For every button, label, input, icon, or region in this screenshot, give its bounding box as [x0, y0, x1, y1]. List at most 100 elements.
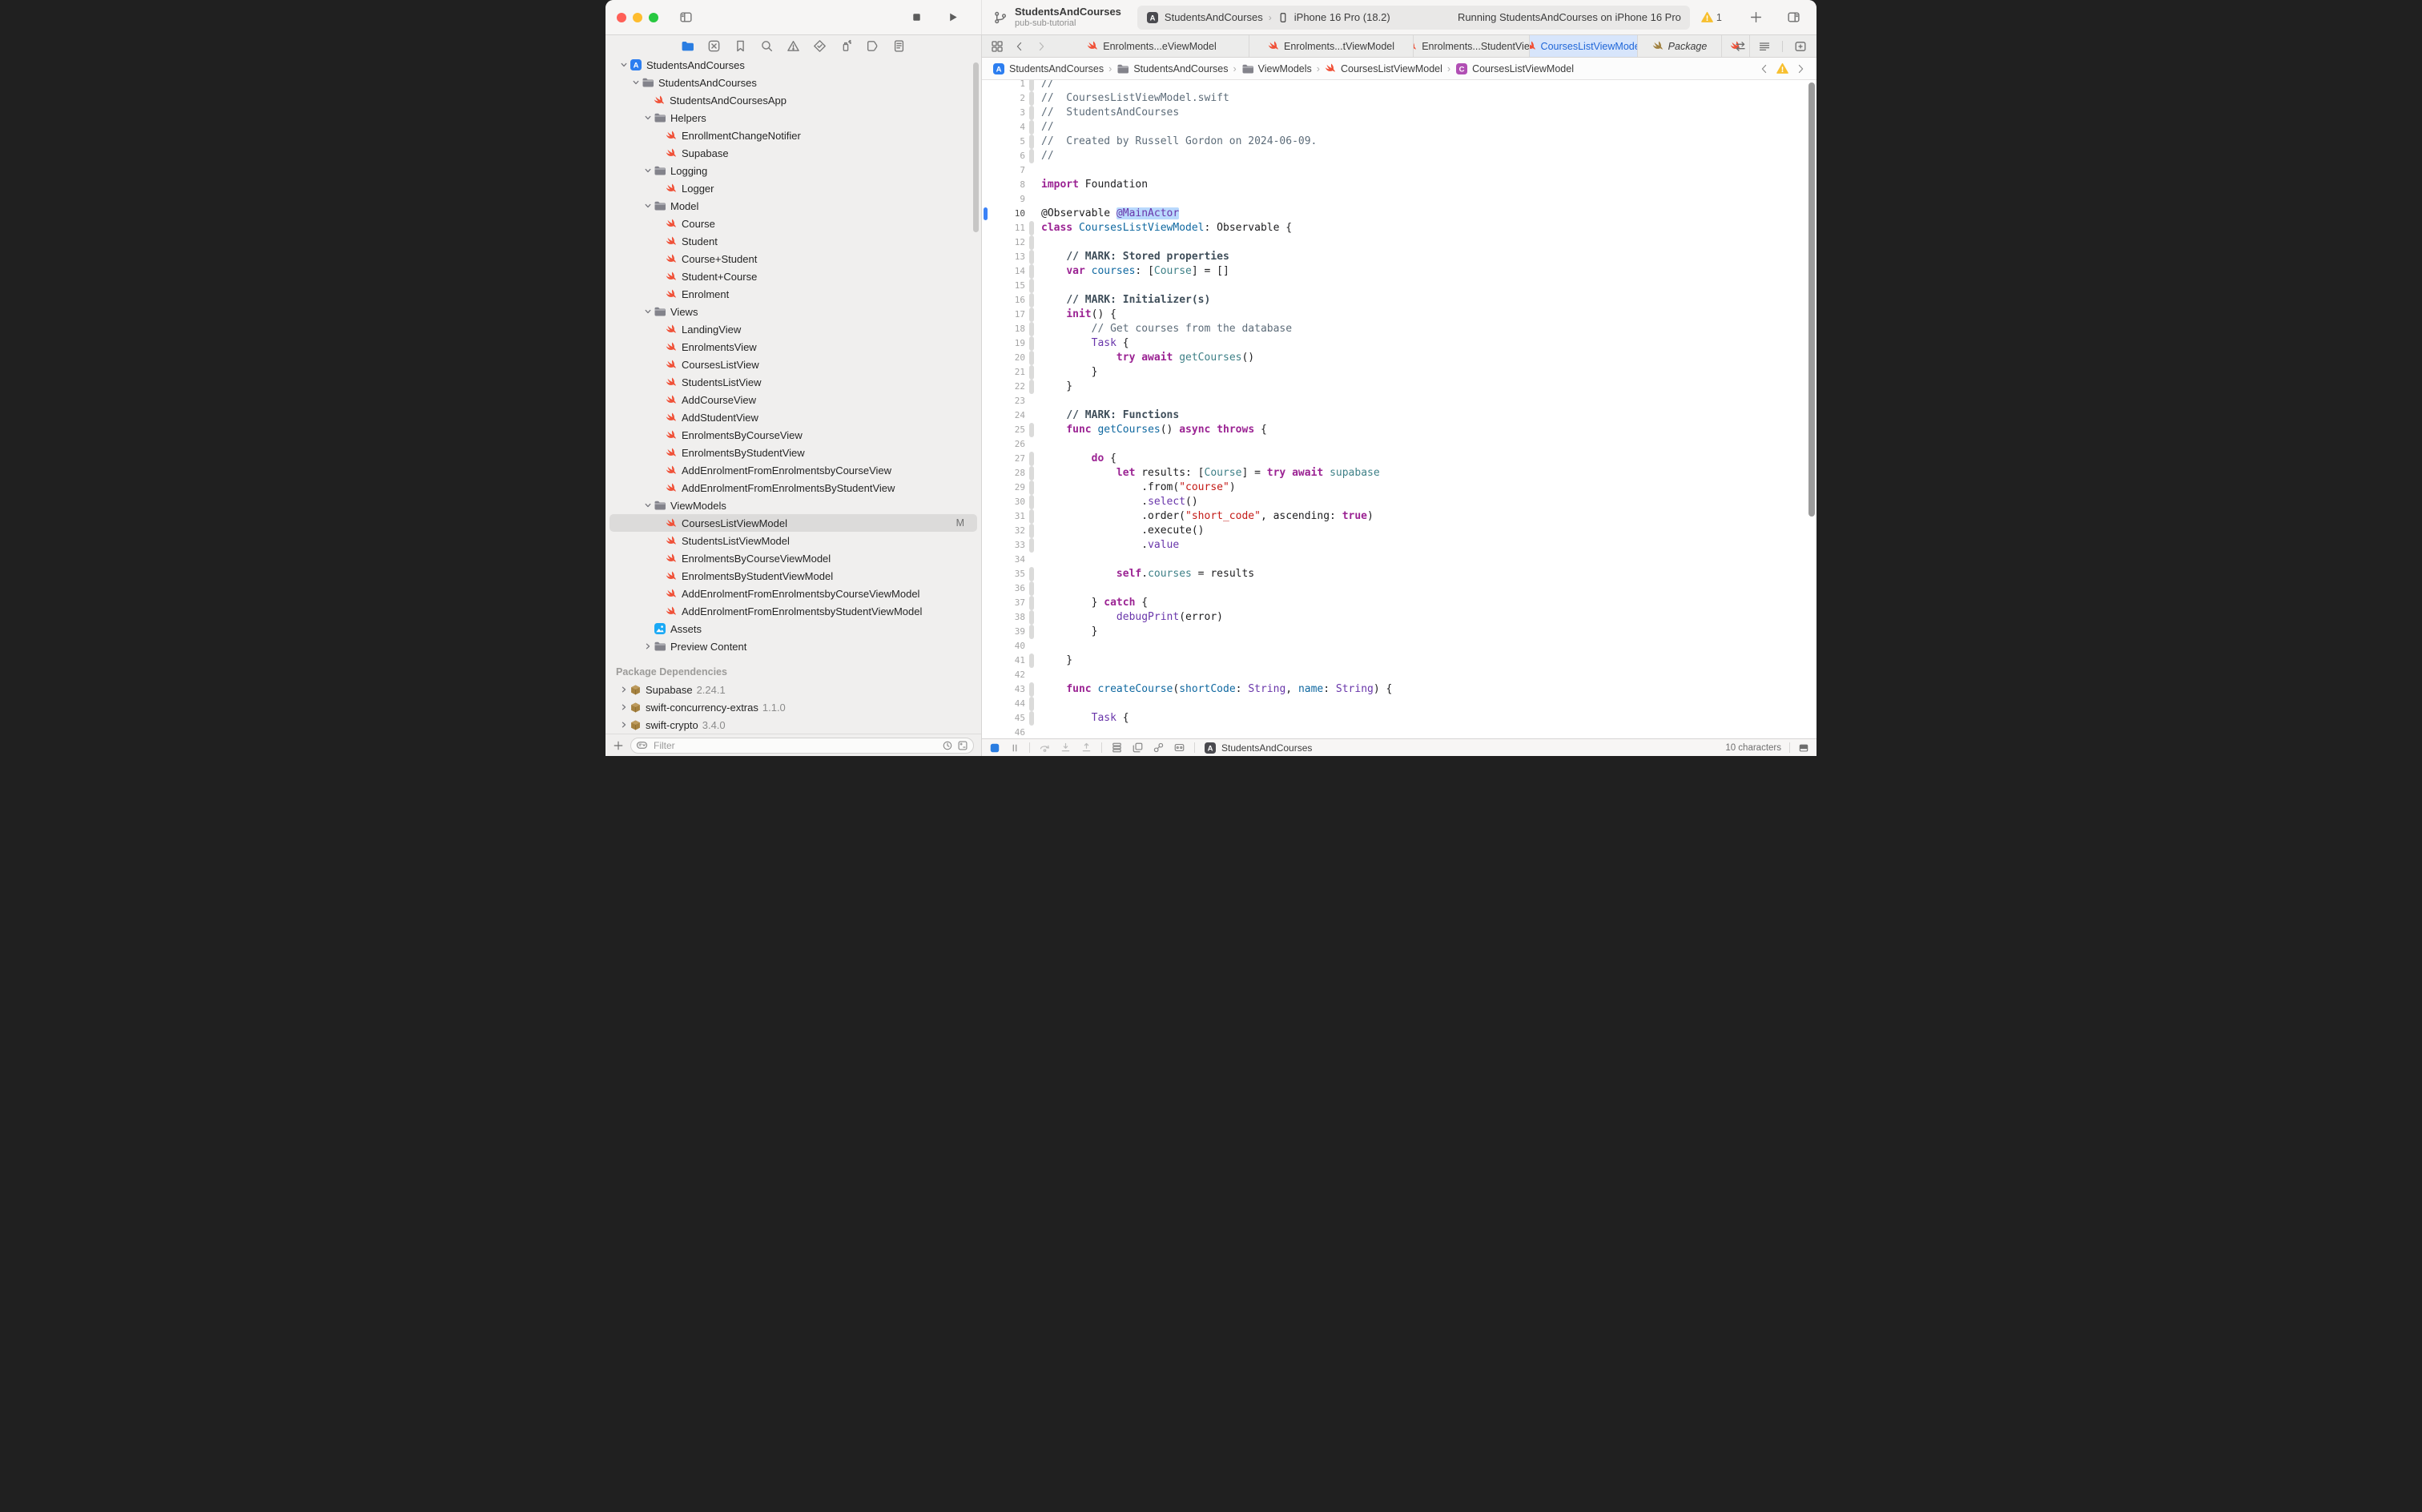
- editor-tab-enrolments-eviewmodel[interactable]: Enrolments...eViewModel: [1055, 35, 1249, 57]
- run-button[interactable]: [947, 11, 959, 23]
- sidebar-item-addstudentview[interactable]: AddStudentView: [606, 408, 981, 426]
- breakpoints-navigator-icon[interactable]: [866, 39, 879, 53]
- code-line-5[interactable]: 5// Created by Russell Gordon on 2024-06…: [982, 135, 1816, 149]
- code-line-18[interactable]: 18 // Get courses from the database: [982, 322, 1816, 336]
- code-line-28[interactable]: 28 let results: [Course] = try await sup…: [982, 466, 1816, 481]
- filter-input[interactable]: [652, 739, 938, 752]
- sidebar-item-addcourseview[interactable]: AddCourseView: [606, 391, 981, 408]
- changes-navigator-icon[interactable]: [707, 39, 721, 53]
- run-destination[interactable]: iPhone 16 Pro (18.2): [1294, 11, 1390, 23]
- sidebar-item-addenrolmentfromenrolmentsbycourseviewmodel[interactable]: AddEnrolmentFromEnrolmentsbyCourseViewMo…: [606, 585, 981, 602]
- disclosure-open-icon[interactable]: [642, 501, 654, 509]
- code-line-36[interactable]: 36: [982, 581, 1816, 596]
- editor-tab-enrolments-studentview[interactable]: Enrolments...StudentView: [1414, 35, 1530, 57]
- sidebar-item-studentsandcourses[interactable]: AStudentsAndCourses: [606, 56, 981, 74]
- disclosure-open-icon[interactable]: [642, 114, 654, 122]
- code-line-12[interactable]: 12: [982, 235, 1816, 250]
- code-line-45[interactable]: 45 Task {: [982, 711, 1816, 726]
- toggle-navigator-icon[interactable]: [679, 10, 693, 24]
- code-line-39[interactable]: 39 }: [982, 625, 1816, 639]
- disclosure-open-icon[interactable]: [642, 202, 654, 210]
- sidebar-item-course-student[interactable]: Course+Student: [606, 250, 981, 267]
- editor-scrollbar[interactable]: [1808, 82, 1815, 517]
- breakpoints-toggle[interactable]: [989, 742, 1000, 754]
- code-line-21[interactable]: 21 }: [982, 365, 1816, 380]
- running-process[interactable]: A StudentsAndCourses: [1204, 742, 1312, 754]
- sidebar-item-studentslistviewmodel[interactable]: StudentsListViewModel: [606, 532, 981, 549]
- code-line-42[interactable]: 42: [982, 668, 1816, 682]
- sidebar-item-courseslistview[interactable]: CoursesListView: [606, 356, 981, 373]
- memory-graph-icon[interactable]: [1153, 742, 1165, 754]
- code-line-8[interactable]: 8import Foundation: [982, 178, 1816, 192]
- minimize-window-button[interactable]: [633, 13, 642, 22]
- next-issue-icon[interactable]: [1795, 63, 1806, 74]
- sidebar-item-enrolment[interactable]: Enrolment: [606, 285, 981, 303]
- code-line-34[interactable]: 34: [982, 553, 1816, 567]
- disclosure-open-icon[interactable]: [642, 308, 654, 316]
- breadcrumb-0[interactable]: AStudentsAndCourses: [992, 62, 1104, 75]
- disclosure-open-icon[interactable]: [618, 61, 630, 69]
- code-line-20[interactable]: 20 try await getCourses(): [982, 351, 1816, 365]
- code-line-2[interactable]: 2// CoursesListViewModel.swift: [982, 91, 1816, 106]
- disclosure-closed-icon[interactable]: [618, 721, 630, 729]
- disclosure-closed-icon[interactable]: [618, 703, 630, 711]
- sidebar-item-logging[interactable]: Logging: [606, 162, 981, 179]
- sidebar-item-landingview[interactable]: LandingView: [606, 320, 981, 338]
- code-line-38[interactable]: 38 debugPrint(error): [982, 610, 1816, 625]
- code-line-40[interactable]: 40: [982, 639, 1816, 653]
- code-line-33[interactable]: 33 .value: [982, 538, 1816, 553]
- sidebar-item-addenrolmentfromenrolmentsbycourseview[interactable]: AddEnrolmentFromEnrolmentsbyCourseView: [606, 461, 981, 479]
- sidebar-item-courseslistviewmodel[interactable]: CoursesListViewModelM: [610, 514, 977, 532]
- sidebar-item-enrolmentsbycourseview[interactable]: EnrolmentsByCourseView: [606, 426, 981, 444]
- sidebar-item-enrollmentchangenotifier[interactable]: EnrollmentChangeNotifier: [606, 127, 981, 144]
- sidebar-item-helpers[interactable]: Helpers: [606, 109, 981, 127]
- code-line-26[interactable]: 26: [982, 437, 1816, 452]
- sidebar-item-enrolmentsbystudentviewmodel[interactable]: EnrolmentsByStudentViewModel: [606, 567, 981, 585]
- code-line-35[interactable]: 35 self.courses = results: [982, 567, 1816, 581]
- find-navigator-icon[interactable]: [760, 39, 774, 53]
- editor-tab-package[interactable]: Package: [1638, 35, 1722, 57]
- sidebar-item-enrolmentsbystudentview[interactable]: EnrolmentsByStudentView: [606, 444, 981, 461]
- sidebar-item-student-course[interactable]: Student+Course: [606, 267, 981, 285]
- sidebar-item-student[interactable]: Student: [606, 232, 981, 250]
- sidebar-item-logger[interactable]: Logger: [606, 179, 981, 197]
- code-line-37[interactable]: 37 } catch {: [982, 596, 1816, 610]
- adjust-editor-options-icon[interactable]: [1758, 40, 1771, 53]
- code-line-30[interactable]: 30 .select(): [982, 495, 1816, 509]
- close-window-button[interactable]: [617, 13, 626, 22]
- swap-editor-icon[interactable]: [1734, 40, 1747, 53]
- view-hierarchy-icon[interactable]: [1111, 742, 1123, 754]
- disclosure-open-icon[interactable]: [642, 167, 654, 175]
- code-line-13[interactable]: 13 // MARK: Stored properties: [982, 250, 1816, 264]
- toggle-debug-area-icon[interactable]: [1798, 742, 1809, 754]
- previous-issue-icon[interactable]: [1759, 63, 1770, 74]
- source-control-status-filter-icon[interactable]: [957, 740, 968, 751]
- code-line-6[interactable]: 6//: [982, 149, 1816, 163]
- environment-overrides-icon[interactable]: [1173, 742, 1185, 754]
- code-line-23[interactable]: 23: [982, 394, 1816, 408]
- bookmarks-navigator-icon[interactable]: [734, 39, 747, 53]
- code-line-15[interactable]: 15: [982, 279, 1816, 293]
- issue-warning-icon[interactable]: [1776, 62, 1788, 74]
- code-line-11[interactable]: 11class CoursesListViewModel: Observable…: [982, 221, 1816, 235]
- code-line-14[interactable]: 14 var courses: [Course] = []: [982, 264, 1816, 279]
- code-line-10[interactable]: 10@Observable @MainActor: [982, 207, 1816, 221]
- sidebar-item-preview-content[interactable]: Preview Content: [606, 637, 981, 655]
- breadcrumb-3[interactable]: CoursesListViewModel: [1325, 62, 1442, 74]
- sidebar-item-addenrolmentfromenrolmentsbystudentviewmodel[interactable]: AddEnrolmentFromEnrolmentsbyStudentViewM…: [606, 602, 981, 620]
- code-line-31[interactable]: 31 .order("short_code", ascending: true): [982, 509, 1816, 524]
- pause-execution-icon[interactable]: [1009, 742, 1020, 754]
- debug-view-icon[interactable]: [1132, 742, 1144, 754]
- package-item-supabase[interactable]: Supabase2.24.1: [606, 681, 981, 698]
- breadcrumb-1[interactable]: StudentsAndCourses: [1116, 62, 1228, 75]
- issues-navigator-icon[interactable]: [787, 39, 800, 53]
- code-line-27[interactable]: 27 do {: [982, 452, 1816, 466]
- package-item-swift-concurrency-extras[interactable]: swift-concurrency-extras1.1.0: [606, 698, 981, 716]
- toggle-inspector-icon[interactable]: [1787, 10, 1800, 24]
- sidebar-item-studentslistview[interactable]: StudentsListView: [606, 373, 981, 391]
- sidebar-item-enrolmentsbycourseviewmodel[interactable]: EnrolmentsByCourseViewModel: [606, 549, 981, 567]
- package-item-swift-crypto[interactable]: swift-crypto3.4.0: [606, 716, 981, 734]
- code-line-43[interactable]: 43 func createCourse(shortCode: String, …: [982, 682, 1816, 697]
- code-line-25[interactable]: 25 func getCourses() async throws {: [982, 423, 1816, 437]
- code-line-9[interactable]: 9: [982, 192, 1816, 207]
